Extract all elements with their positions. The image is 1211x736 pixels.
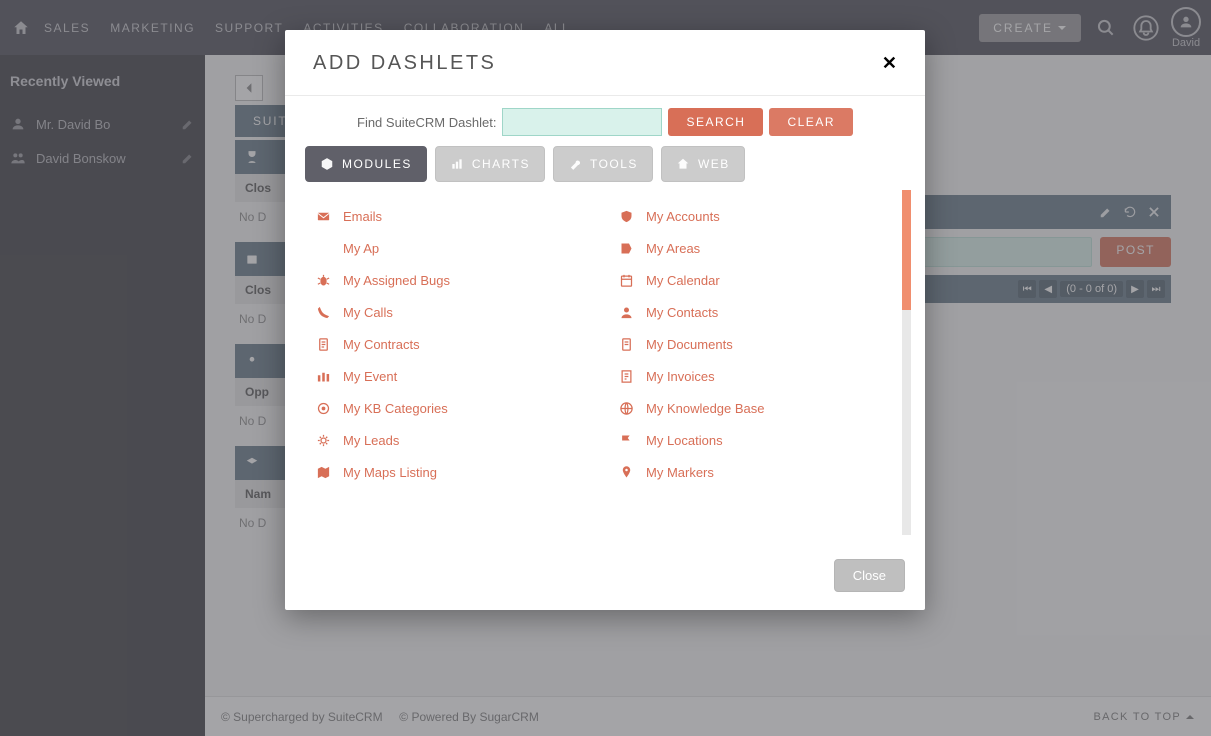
dashlet-option[interactable]: My Maps Listing <box>315 456 608 488</box>
dashlet-option-label: My Locations <box>646 433 723 448</box>
scroll-thumb[interactable] <box>902 190 911 310</box>
tab-label: TOOLS <box>590 157 638 171</box>
invoice-icon <box>618 368 634 384</box>
tab-label: MODULES <box>342 157 412 171</box>
dashlet-option[interactable]: Emails <box>315 200 608 232</box>
dashlet-option-label: My Contacts <box>646 305 718 320</box>
find-dashlet-input[interactable] <box>502 108 662 136</box>
tab-charts[interactable]: CHARTS <box>435 146 545 182</box>
doc-icon <box>315 336 331 352</box>
tools-icon <box>568 157 582 171</box>
dashlet-option[interactable]: My Calendar <box>618 264 911 296</box>
dashlet-option[interactable]: My Areas <box>618 232 911 264</box>
search-button[interactable]: SEARCH <box>668 108 763 136</box>
dashlet-option-label: My Ap <box>343 241 379 256</box>
kb-icon <box>618 400 634 416</box>
flag-icon <box>618 432 634 448</box>
mail-icon <box>315 208 331 224</box>
dashlet-option[interactable]: My Accounts <box>618 200 911 232</box>
dashlet-option-label: My Leads <box>343 433 399 448</box>
marker-icon <box>618 464 634 480</box>
dashlet-option-label: My Documents <box>646 337 733 352</box>
leads-icon <box>315 432 331 448</box>
dashlet-option[interactable]: My Markers <box>618 456 911 488</box>
dashlet-option[interactable]: My Locations <box>618 424 911 456</box>
dashlet-option-label: My KB Categories <box>343 401 448 416</box>
event-icon <box>315 368 331 384</box>
tab-web[interactable]: WEB <box>661 146 745 182</box>
dashlet-option-label: My Calendar <box>646 273 720 288</box>
dashlet-option[interactable]: My Knowledge Base <box>618 392 911 424</box>
dashlet-option[interactable]: My KB Categories <box>315 392 608 424</box>
dashlet-option-label: My Markers <box>646 465 714 480</box>
phone-icon <box>315 304 331 320</box>
chart-icon <box>450 157 464 171</box>
person-icon <box>618 304 634 320</box>
tag-icon <box>315 400 331 416</box>
dashlet-option-label: My Calls <box>343 305 393 320</box>
home-icon <box>676 157 690 171</box>
docs-icon <box>618 336 634 352</box>
blank-icon <box>315 240 331 256</box>
bug-icon <box>315 272 331 288</box>
tab-label: WEB <box>698 157 730 171</box>
dashlet-option-label: My Areas <box>646 241 700 256</box>
close-button[interactable]: Close <box>834 559 905 592</box>
dashlet-option-label: My Event <box>343 369 397 384</box>
dashlet-option[interactable]: My Leads <box>315 424 608 456</box>
find-label: Find SuiteCRM Dashlet: <box>357 115 496 130</box>
modal-title: ADD DASHLETS <box>313 52 496 75</box>
dashlet-option[interactable]: My Documents <box>618 328 911 360</box>
dashlet-option-label: My Accounts <box>646 209 720 224</box>
tab-label: CHARTS <box>472 157 530 171</box>
dashlet-option-label: My Maps Listing <box>343 465 437 480</box>
dashlet-option[interactable]: My Calls <box>315 296 608 328</box>
tab-tools[interactable]: TOOLS <box>553 146 653 182</box>
search-row: Find SuiteCRM Dashlet: SEARCH CLEAR <box>285 96 925 146</box>
close-icon[interactable]: ✕ <box>882 53 897 74</box>
dashlet-option[interactable]: My Contacts <box>618 296 911 328</box>
dashlet-option[interactable]: My Event <box>315 360 608 392</box>
cal-icon <box>618 272 634 288</box>
dashlet-list: Emails My Ap My Assigned Bugs My Calls My Co… <box>305 190 911 535</box>
dashlet-option[interactable]: My Assigned Bugs <box>315 264 608 296</box>
modal-overlay[interactable]: ADD DASHLETS ✕ Find SuiteCRM Dashlet: SE… <box>0 0 1211 736</box>
add-dashlets-modal: ADD DASHLETS ✕ Find SuiteCRM Dashlet: SE… <box>285 30 925 610</box>
dashlet-option-label: My Contracts <box>343 337 420 352</box>
cube-icon <box>320 157 334 171</box>
dashlet-option-label: My Invoices <box>646 369 715 384</box>
tab-modules[interactable]: MODULES <box>305 146 427 182</box>
dashlet-option-label: My Assigned Bugs <box>343 273 450 288</box>
dashlet-option-label: Emails <box>343 209 382 224</box>
dashlet-option[interactable]: My Ap <box>315 232 608 264</box>
dashlet-tabs: MODULES CHARTS TOOLS WEB <box>285 146 925 182</box>
dashlet-option[interactable]: My Invoices <box>618 360 911 392</box>
dashlet-option[interactable]: My Contracts <box>315 328 608 360</box>
scrollbar[interactable] <box>902 190 911 535</box>
dashlet-option-label: My Knowledge Base <box>646 401 765 416</box>
area-icon <box>618 240 634 256</box>
clear-button[interactable]: CLEAR <box>769 108 853 136</box>
map-icon <box>315 464 331 480</box>
shield-icon <box>618 208 634 224</box>
